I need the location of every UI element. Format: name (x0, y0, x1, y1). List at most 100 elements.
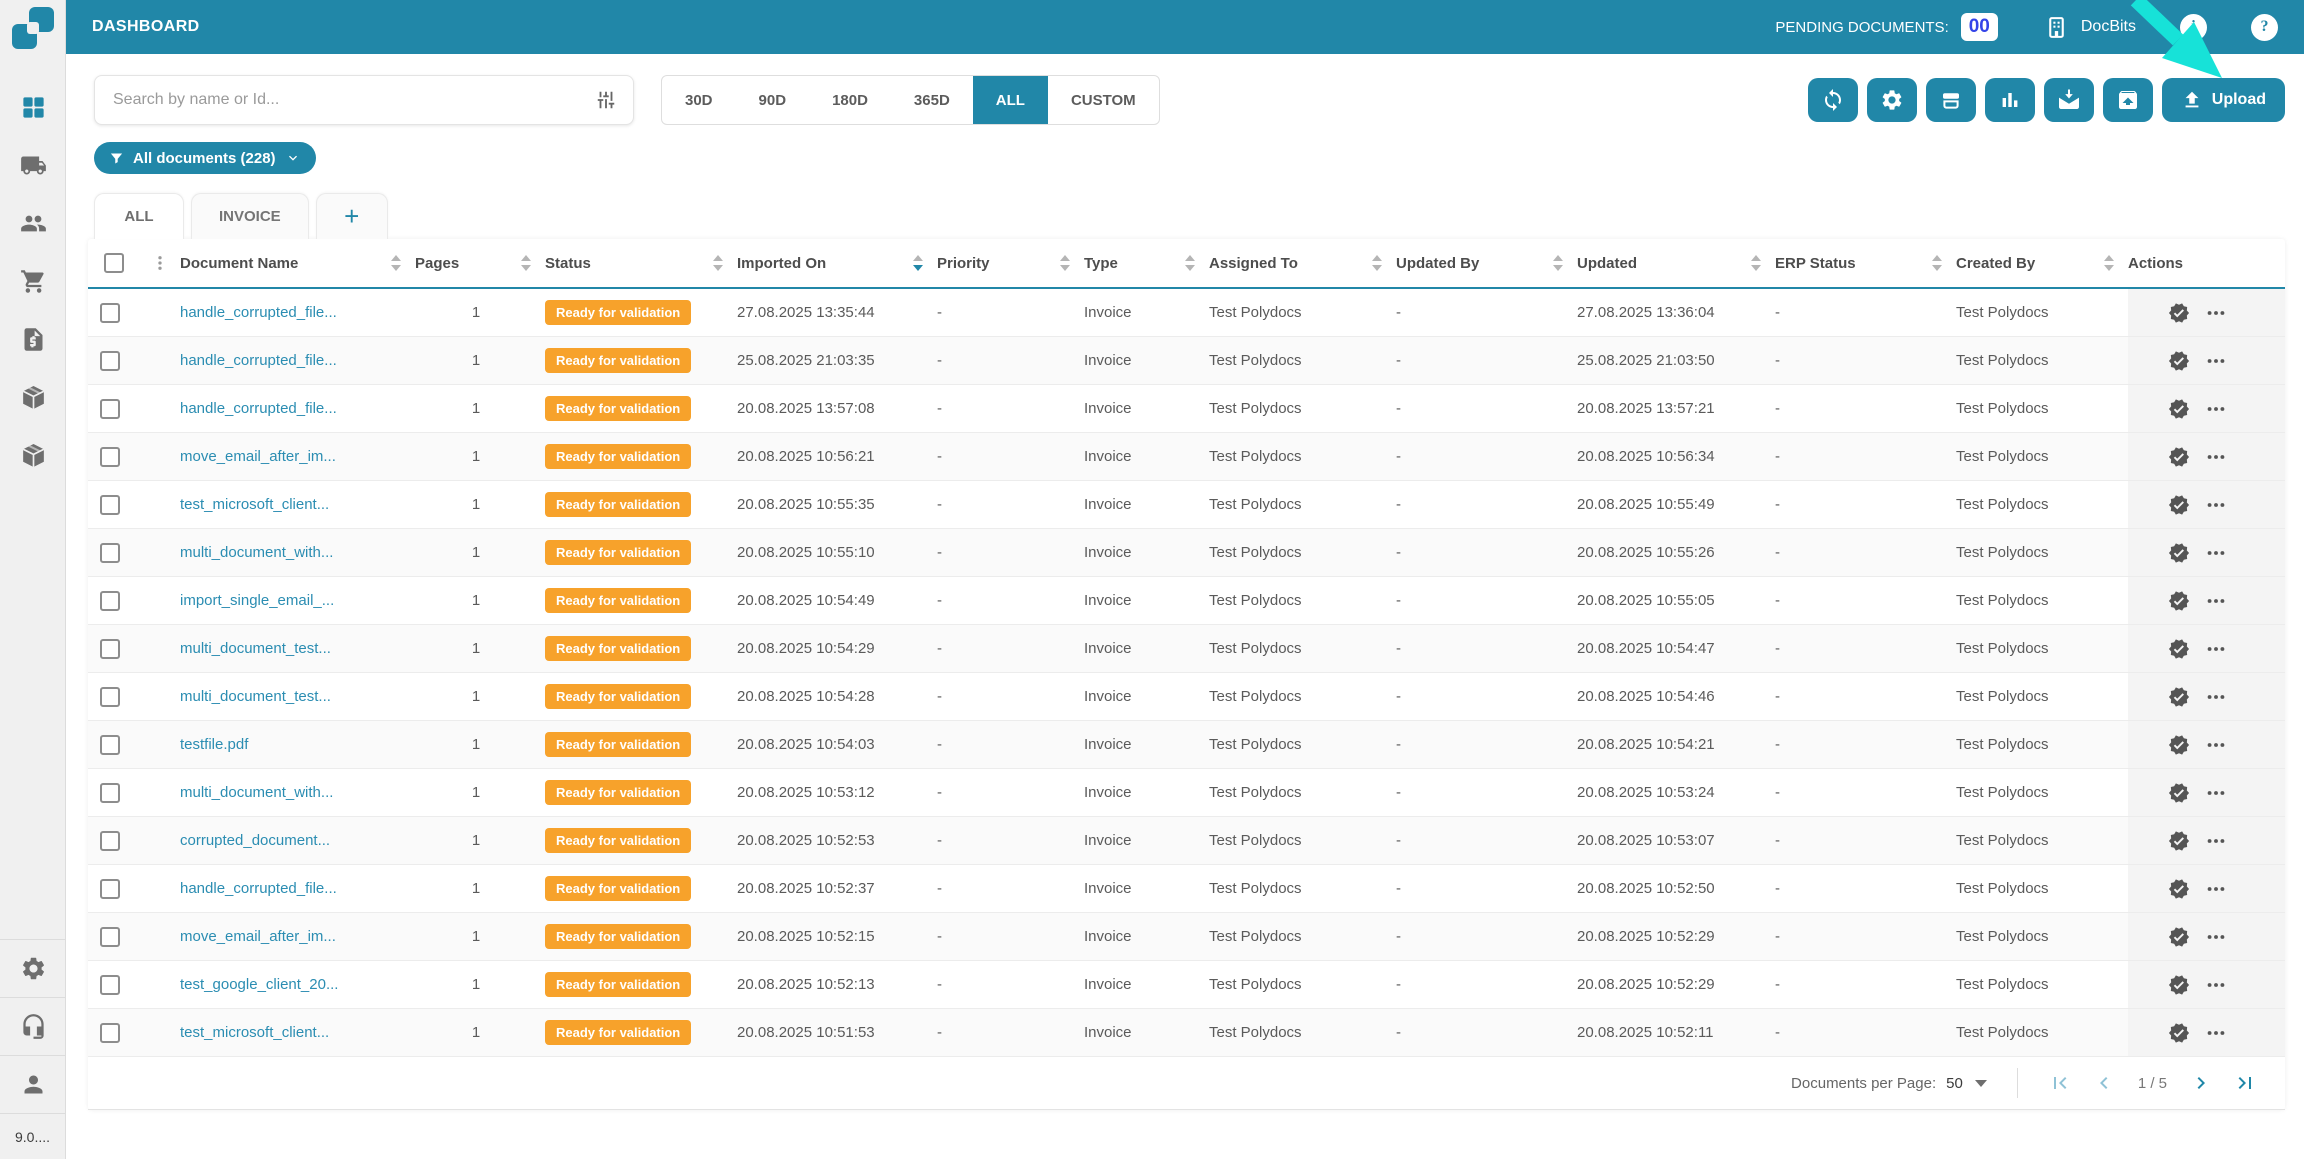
date-filter-30d[interactable]: 30D (662, 76, 736, 124)
row-checkbox[interactable] (100, 350, 120, 371)
analytics-button[interactable] (1984, 78, 2035, 122)
column-header-actions[interactable]: Actions (2128, 239, 2285, 287)
more-actions-icon[interactable] (2205, 590, 2227, 612)
settings-button[interactable] (1866, 78, 1917, 122)
document-name-link[interactable]: move_email_after_im... (180, 448, 415, 465)
sort-control[interactable] (913, 255, 937, 271)
row-checkbox[interactable] (100, 782, 120, 803)
row-checkbox[interactable] (100, 878, 120, 899)
column-header-assigned-to[interactable]: Assigned To (1209, 239, 1396, 287)
sidebar-item-products[interactable] (0, 426, 66, 484)
document-name-link[interactable]: testfile.pdf (180, 736, 415, 753)
sidebar-item-support[interactable] (0, 997, 66, 1055)
documents-filter-chip[interactable]: All documents (228) (94, 142, 316, 174)
column-header-document-name[interactable]: Document Name (180, 239, 415, 287)
column-header-pages[interactable]: Pages (415, 239, 545, 287)
document-name-link[interactable]: handle_corrupted_file... (180, 400, 415, 417)
validate-action-icon[interactable] (2168, 350, 2190, 372)
more-actions-icon[interactable] (2205, 878, 2227, 900)
validate-action-icon[interactable] (2168, 830, 2190, 852)
column-header-type[interactable]: Type (1084, 239, 1209, 287)
refresh-button[interactable] (1807, 78, 1858, 122)
document-name-link[interactable]: move_email_after_im... (180, 928, 415, 945)
document-name-link[interactable]: handle_corrupted_file... (180, 352, 415, 369)
validate-action-icon[interactable] (2168, 494, 2190, 516)
app-logo[interactable] (0, 0, 66, 56)
more-actions-icon[interactable] (2205, 398, 2227, 420)
validate-action-icon[interactable] (2168, 542, 2190, 564)
per-page-value[interactable]: 50 (1946, 1075, 1963, 1092)
column-header-imported-on[interactable]: Imported On (737, 239, 937, 287)
add-tab-button[interactable]: + (315, 193, 388, 239)
sidebar-item-contacts[interactable] (0, 194, 66, 252)
date-filter-all[interactable]: ALL (972, 76, 1048, 124)
validate-action-icon[interactable] (2168, 302, 2190, 324)
more-actions-icon[interactable] (2205, 446, 2227, 468)
sidebar-item-purchasing[interactable] (0, 252, 66, 310)
row-checkbox[interactable] (100, 638, 120, 659)
row-checkbox[interactable] (100, 398, 120, 419)
sort-control[interactable] (521, 255, 545, 271)
column-header-erp-status[interactable]: ERP Status (1775, 239, 1956, 287)
per-page-caret-icon[interactable] (1974, 1079, 1987, 1087)
row-checkbox[interactable] (100, 686, 120, 707)
row-checkbox[interactable] (100, 926, 120, 947)
sort-control[interactable] (1372, 255, 1396, 271)
validate-action-icon[interactable] (2168, 974, 2190, 996)
sidebar-item-invoices[interactable] (0, 310, 66, 368)
more-actions-icon[interactable] (2205, 974, 2227, 996)
validate-action-icon[interactable] (2168, 638, 2190, 660)
document-name-link[interactable]: multi_document_with... (180, 544, 415, 561)
document-name-link[interactable]: corrupted_document... (180, 832, 415, 849)
next-page-button[interactable] (2189, 1071, 2213, 1095)
more-actions-icon[interactable] (2205, 926, 2227, 948)
validate-action-icon[interactable] (2168, 686, 2190, 708)
more-actions-icon[interactable] (2205, 542, 2227, 564)
date-filter-180d[interactable]: 180D (809, 76, 891, 124)
document-name-link[interactable]: test_google_client_20... (180, 976, 415, 993)
column-header-priority[interactable]: Priority (937, 239, 1084, 287)
date-filter-90d[interactable]: 90D (736, 76, 810, 124)
row-checkbox[interactable] (100, 542, 120, 563)
export-button[interactable] (2102, 78, 2153, 122)
document-name-link[interactable]: import_single_email_... (180, 592, 415, 609)
tab-all[interactable]: ALL (94, 193, 184, 239)
info-icon[interactable]: i (2180, 13, 2207, 41)
sidebar-item-settings[interactable] (0, 939, 66, 997)
sort-control[interactable] (2104, 255, 2128, 271)
sort-control[interactable] (1060, 255, 1084, 271)
validate-action-icon[interactable] (2168, 734, 2190, 756)
document-name-link[interactable]: test_microsoft_client... (180, 496, 415, 513)
row-checkbox[interactable] (100, 830, 120, 851)
document-name-link[interactable]: multi_document_with... (180, 784, 415, 801)
date-filter-custom[interactable]: CUSTOM (1048, 76, 1159, 124)
document-name-link[interactable]: test_microsoft_client... (180, 1024, 415, 1041)
validate-action-icon[interactable] (2168, 926, 2190, 948)
column-header-status[interactable]: Status (545, 239, 737, 287)
row-checkbox[interactable] (100, 590, 120, 611)
more-actions-icon[interactable] (2205, 734, 2227, 756)
upload-button[interactable]: Upload (2161, 78, 2285, 122)
date-filter-365d[interactable]: 365D (891, 76, 973, 124)
more-actions-icon[interactable] (2205, 302, 2227, 324)
previous-page-button[interactable] (2092, 1071, 2116, 1095)
column-header-updated-by[interactable]: Updated By (1396, 239, 1577, 287)
row-checkbox[interactable] (100, 734, 120, 755)
document-name-link[interactable]: handle_corrupted_file... (180, 880, 415, 897)
more-actions-icon[interactable] (2205, 1022, 2227, 1044)
row-checkbox[interactable] (100, 302, 120, 323)
document-name-link[interactable]: multi_document_test... (180, 688, 415, 705)
search-input[interactable] (111, 90, 595, 110)
more-actions-icon[interactable] (2205, 350, 2227, 372)
validate-action-icon[interactable] (2168, 446, 2190, 468)
sort-control[interactable] (1185, 255, 1209, 271)
row-checkbox[interactable] (100, 974, 120, 995)
mail-import-button[interactable] (2043, 78, 2094, 122)
sort-control[interactable] (1553, 255, 1577, 271)
more-actions-icon[interactable] (2205, 782, 2227, 804)
validate-action-icon[interactable] (2168, 1022, 2190, 1044)
more-actions-icon[interactable] (2205, 686, 2227, 708)
row-checkbox[interactable] (100, 1022, 120, 1043)
tab-invoice[interactable]: INVOICE (191, 193, 309, 239)
card-reader-button[interactable] (1925, 78, 1976, 122)
